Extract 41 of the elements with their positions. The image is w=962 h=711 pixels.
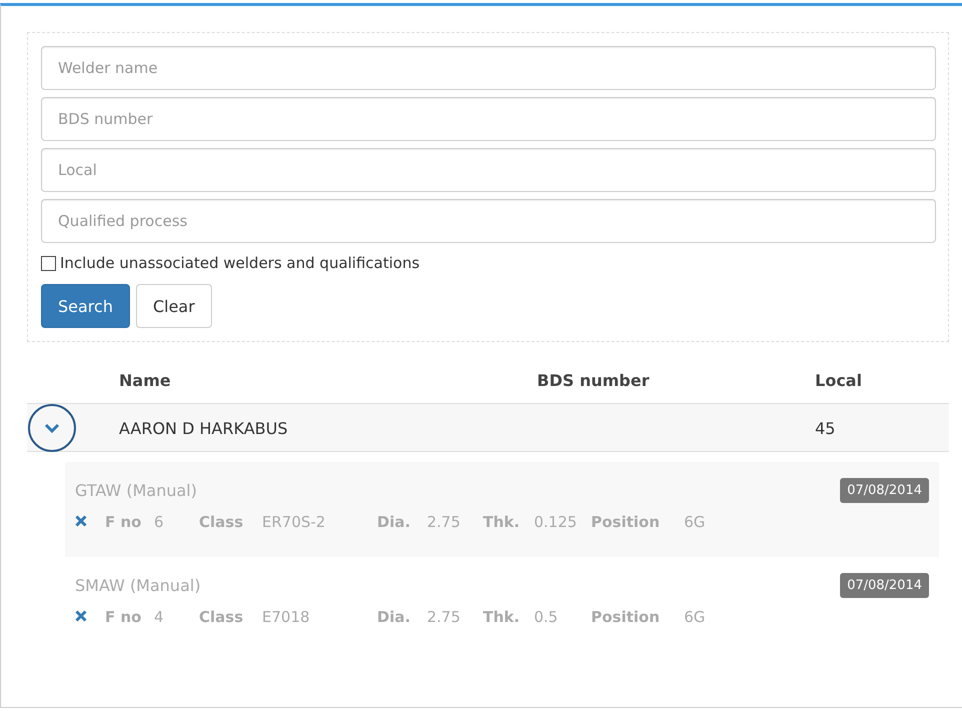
delete-icon[interactable] xyxy=(75,610,87,622)
input-field[interactable]: Local xyxy=(41,148,936,192)
search-button[interactable]: Search xyxy=(41,284,130,328)
field-label: Thk. xyxy=(483,608,521,626)
table-cell-text: AARON D HARKABUS xyxy=(119,418,289,438)
table-cell-text: 45 xyxy=(815,418,836,438)
field-value: 2.75 xyxy=(427,513,462,531)
field-label: Position xyxy=(591,513,661,531)
date-badge: 07/08/2014 xyxy=(840,573,929,598)
clear-button[interactable]: Clear xyxy=(136,284,212,328)
input-field[interactable]: Welder name xyxy=(41,46,936,90)
checkbox[interactable] xyxy=(41,256,56,270)
field-label: Class xyxy=(199,608,244,626)
field-label: F no xyxy=(105,608,142,626)
process-name: GTAW (Manual) xyxy=(75,481,197,500)
field-value: 0.5 xyxy=(534,608,559,626)
date-badge: 07/08/2014 xyxy=(840,478,929,503)
field-value: 2.75 xyxy=(427,608,462,626)
input-field[interactable]: Qualified process xyxy=(41,199,936,243)
field-value: E7018 xyxy=(262,608,311,626)
field-label: Dia. xyxy=(377,513,412,531)
checkbox-label: Include unassociated welders and qualifications xyxy=(60,254,420,272)
field-value: 6 xyxy=(154,513,165,531)
field-label: Position xyxy=(591,608,661,626)
column-header: Name xyxy=(119,371,172,390)
field-value: ER70S-2 xyxy=(262,513,326,531)
delete-icon[interactable] xyxy=(75,515,87,527)
field-label: Dia. xyxy=(377,608,412,626)
column-header: BDS number xyxy=(537,371,650,390)
column-header: Local xyxy=(815,371,863,390)
field-label: F no xyxy=(105,513,142,531)
field-value: 4 xyxy=(154,608,165,626)
field-value: 0.125 xyxy=(534,513,578,531)
field-value: 6G xyxy=(684,513,706,531)
field-label: Thk. xyxy=(483,513,521,531)
expand-toggle[interactable] xyxy=(28,404,76,452)
field-label: Class xyxy=(199,513,244,531)
process-name: SMAW (Manual) xyxy=(75,576,201,595)
chevron-down-icon xyxy=(44,422,60,434)
input-field[interactable]: BDS number xyxy=(41,97,936,141)
field-value: 6G xyxy=(684,608,706,626)
